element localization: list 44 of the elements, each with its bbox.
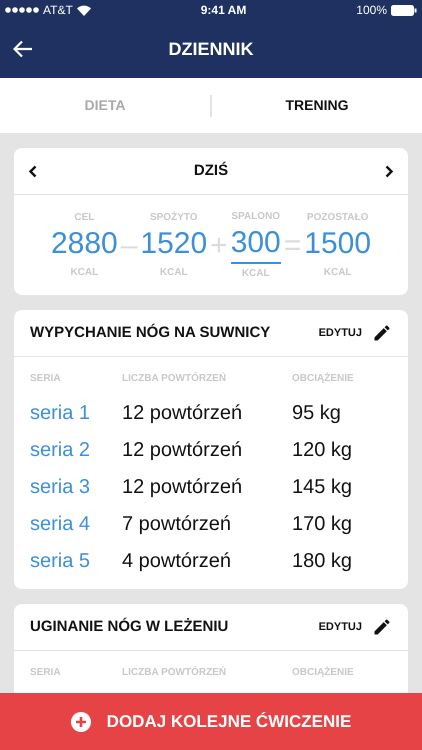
battery-icon [391, 4, 417, 16]
back-arrow-icon [13, 40, 33, 58]
chevron-left-icon [28, 164, 37, 178]
load-cell-text: 120 kg [292, 438, 354, 462]
clock: 9:41 AM [200, 2, 246, 19]
previous-day-button[interactable] [28, 164, 37, 178]
reps-cell-text: 7 powtórzeń [122, 512, 232, 536]
stat-value: 1500 [304, 226, 372, 262]
pencil-icon [372, 323, 392, 343]
back-button[interactable] [12, 38, 34, 60]
set-label: seria 2 [30, 438, 92, 462]
day-label: DZIŚ [194, 160, 228, 181]
page-title: DZIENNIK [168, 38, 254, 60]
operator-sign: = [284, 228, 302, 264]
reps-cell-text: 12 powtórzeń [122, 438, 244, 462]
reps-cell-text: 12 powtórzeń [122, 400, 244, 426]
exercise-title: UGINANIE NÓG W LEŻENIU [30, 616, 228, 637]
operator-sign: – [120, 228, 138, 264]
chevron-right-icon [384, 164, 394, 178]
load-cell-text: 145 kg [292, 474, 354, 500]
operator-sign: + [210, 228, 228, 264]
carrier: AT&T [43, 2, 73, 19]
stat-value: 1520 [140, 226, 208, 262]
set-label: seria 3 [30, 474, 92, 500]
add-exercise-button[interactable]: DODAJ KOLEJNE ĆWICZENIE [0, 693, 422, 750]
wifi-icon [76, 4, 91, 16]
pencil-icon [372, 617, 392, 637]
load-cell-text: 170 kg [292, 512, 354, 536]
edit-button[interactable]: EDYTUJ [318, 618, 362, 636]
load-cell-text: 95 kg [292, 400, 342, 426]
exercise-title: WYPYCHANIE NÓG NA SUWNICY [30, 322, 270, 343]
load-cell-text: 180 kg [292, 548, 354, 574]
next-day-button[interactable] [384, 164, 394, 178]
edit-button[interactable]: EDYTUJ [318, 324, 362, 342]
set-label: seria 4 [30, 512, 92, 536]
set-label: seria 5 [30, 548, 92, 574]
stat-value: 2880 [50, 226, 118, 262]
plus-circle-icon [70, 712, 91, 732]
set-label: seria 1 [30, 400, 92, 426]
reps-cell-text: 4 powtórzeń [122, 548, 232, 574]
signal-icon [5, 7, 39, 13]
battery-percent: 100% [356, 2, 387, 19]
tab[interactable]: TRENING [212, 78, 422, 133]
reps-cell-text: 12 powtórzeń [122, 474, 244, 500]
